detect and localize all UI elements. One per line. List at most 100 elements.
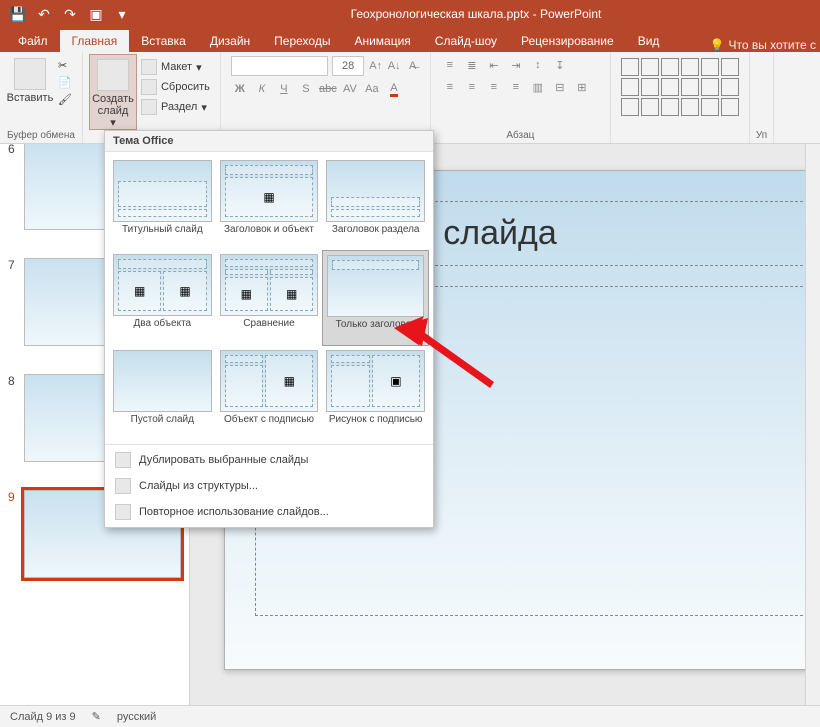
outline-label: Слайды из структуры... [139, 480, 258, 492]
quick-access-toolbar: 💾 ↶ ↷ ▣ ▾ [0, 4, 132, 24]
layout-label: Объект с подписью [220, 414, 319, 436]
bullets-button[interactable]: ≡ [441, 56, 459, 74]
align-right-button[interactable]: ≡ [485, 78, 503, 96]
outline-icon [115, 478, 131, 494]
layout-section-header[interactable]: Заголовок раздела [322, 156, 429, 250]
layout-label: Два объекта [113, 318, 212, 340]
layout-content-caption[interactable]: ▦ Объект с подписью [216, 346, 323, 440]
thumb-number: 8 [8, 374, 18, 462]
justify-button[interactable]: ≡ [507, 78, 525, 96]
layout-label: Титульный слайд [113, 224, 212, 246]
layout-blank[interactable]: Пустой слайд [109, 346, 216, 440]
gallery-header: Тема Office [105, 131, 433, 152]
duplicate-icon [115, 452, 131, 468]
increase-font-icon[interactable]: A↑ [368, 57, 382, 75]
duplicate-label: Дублировать выбранные слайды [139, 454, 308, 466]
vertical-scrollbar[interactable] [805, 144, 820, 705]
start-slideshow-icon[interactable]: ▣ [86, 4, 106, 24]
slides-from-outline-button[interactable]: Слайды из структуры... [105, 473, 433, 499]
format-painter-icon: 🖌 [58, 93, 72, 106]
align-center-button[interactable]: ≡ [463, 78, 481, 96]
font-name-combo[interactable] [231, 56, 328, 76]
layout-label: Пустой слайд [113, 414, 212, 436]
layout-thumb: ▣ [326, 350, 425, 412]
smartart-button[interactable]: ⊞ [573, 78, 591, 96]
align-left-button[interactable]: ≡ [441, 78, 459, 96]
save-icon[interactable]: 💾 [8, 4, 28, 24]
duplicate-slides-button[interactable]: Дублировать выбранные слайды [105, 447, 433, 473]
shadow-button[interactable]: S [297, 80, 315, 98]
paste-button[interactable]: Вставить [6, 54, 54, 107]
undo-icon[interactable]: ↶ [34, 4, 54, 24]
status-bar: Слайд 9 из 9 ✎ русский [0, 705, 820, 727]
clear-format-icon[interactable]: A̶ [405, 57, 419, 75]
bold-button[interactable]: Ж [231, 80, 249, 98]
reuse-slides-button[interactable]: Повторное использование слайдов... [105, 499, 433, 525]
group-paragraph: ≡ ≣ ⇤ ⇥ ↕ ↧ ≡ ≡ ≡ ≡ ▥ ⊟ ⊞ Абзац [431, 52, 611, 143]
layout-picture-caption[interactable]: ▣ Рисунок с подписью [322, 346, 429, 440]
spellcheck-icon[interactable]: ✎ [92, 710, 101, 723]
tab-insert[interactable]: Вставка [129, 30, 198, 52]
tab-file[interactable]: Файл [6, 30, 60, 52]
new-slide-button[interactable]: Создать слайд ▾ [89, 54, 137, 130]
thumb-number: 6 [8, 144, 18, 230]
tab-transitions[interactable]: Переходы [262, 30, 342, 52]
underline-button[interactable]: Ч [275, 80, 293, 98]
group-editing-label: Уп [756, 128, 767, 143]
tab-design[interactable]: Дизайн [198, 30, 262, 52]
section-label: Раздел [161, 101, 197, 113]
layout-comparison[interactable]: ▦▦ Сравнение [216, 250, 323, 346]
reuse-label: Повторное использование слайдов... [139, 506, 329, 518]
copy-icon: 📄 [58, 76, 72, 89]
numbering-button[interactable]: ≣ [463, 56, 481, 74]
status-language[interactable]: русский [117, 711, 156, 723]
tab-slideshow[interactable]: Слайд-шоу [423, 30, 509, 52]
thumb-number: 7 [8, 258, 18, 346]
decrease-font-icon[interactable]: A↓ [387, 57, 401, 75]
layout-two-content[interactable]: ▦▦ Два объекта [109, 250, 216, 346]
reset-button[interactable]: Сбросить [137, 78, 214, 96]
layout-thumb: ▦▦ [113, 254, 212, 316]
thumb-number: 9 [8, 490, 18, 578]
font-color-button[interactable]: A [385, 80, 403, 98]
new-slide-gallery: Тема Office Титульный слайд ▦ Заголовок … [104, 130, 434, 528]
qat-dropdown-icon[interactable]: ▾ [112, 4, 132, 24]
layout-title-only[interactable]: Только заголовок [322, 250, 429, 346]
tab-view[interactable]: Вид [626, 30, 672, 52]
group-editing: Уп [750, 52, 774, 143]
strike-button[interactable]: abc [319, 80, 337, 98]
layout-label: Макет [161, 61, 192, 73]
italic-button[interactable]: К [253, 80, 271, 98]
section-icon [141, 99, 157, 115]
increase-indent-button[interactable]: ⇥ [507, 56, 525, 74]
redo-icon[interactable]: ↷ [60, 4, 80, 24]
decrease-indent-button[interactable]: ⇤ [485, 56, 503, 74]
layout-label: Только заголовок [327, 319, 424, 341]
change-case-button[interactable]: Aa [363, 80, 381, 98]
layout-thumb: ▦▦ [220, 254, 319, 316]
tab-animations[interactable]: Анимация [342, 30, 422, 52]
font-size-value: 28 [342, 60, 354, 72]
status-slide-count: Слайд 9 из 9 [10, 711, 76, 723]
layout-title-slide[interactable]: Титульный слайд [109, 156, 216, 250]
layout-thumb [113, 160, 212, 222]
section-button[interactable]: Раздел▾ [137, 98, 214, 116]
shapes-gallery[interactable] [617, 54, 743, 120]
cut-button[interactable]: ✂ [54, 58, 76, 73]
copy-button[interactable]: 📄 [54, 75, 76, 90]
align-text-button[interactable]: ⊟ [551, 78, 569, 96]
font-size-combo[interactable]: 28 [332, 56, 365, 76]
window-title: Геохронологическая шкала.pptx - PowerPoi… [132, 7, 820, 21]
tell-me-search[interactable]: 💡 Что вы хотите с [710, 38, 820, 52]
char-spacing-button[interactable]: AV [341, 80, 359, 98]
columns-button[interactable]: ▥ [529, 78, 547, 96]
tab-review[interactable]: Рецензирование [509, 30, 626, 52]
layout-button[interactable]: Макет▾ [137, 58, 214, 76]
tab-home[interactable]: Главная [60, 30, 130, 52]
text-direction-button[interactable]: ↧ [551, 56, 569, 74]
layout-thumb [327, 255, 424, 317]
layout-title-content[interactable]: ▦ Заголовок и объект [216, 156, 323, 250]
line-spacing-button[interactable]: ↕ [529, 56, 547, 74]
format-painter-button[interactable]: 🖌 [54, 92, 76, 107]
layout-label: Сравнение [220, 318, 319, 340]
